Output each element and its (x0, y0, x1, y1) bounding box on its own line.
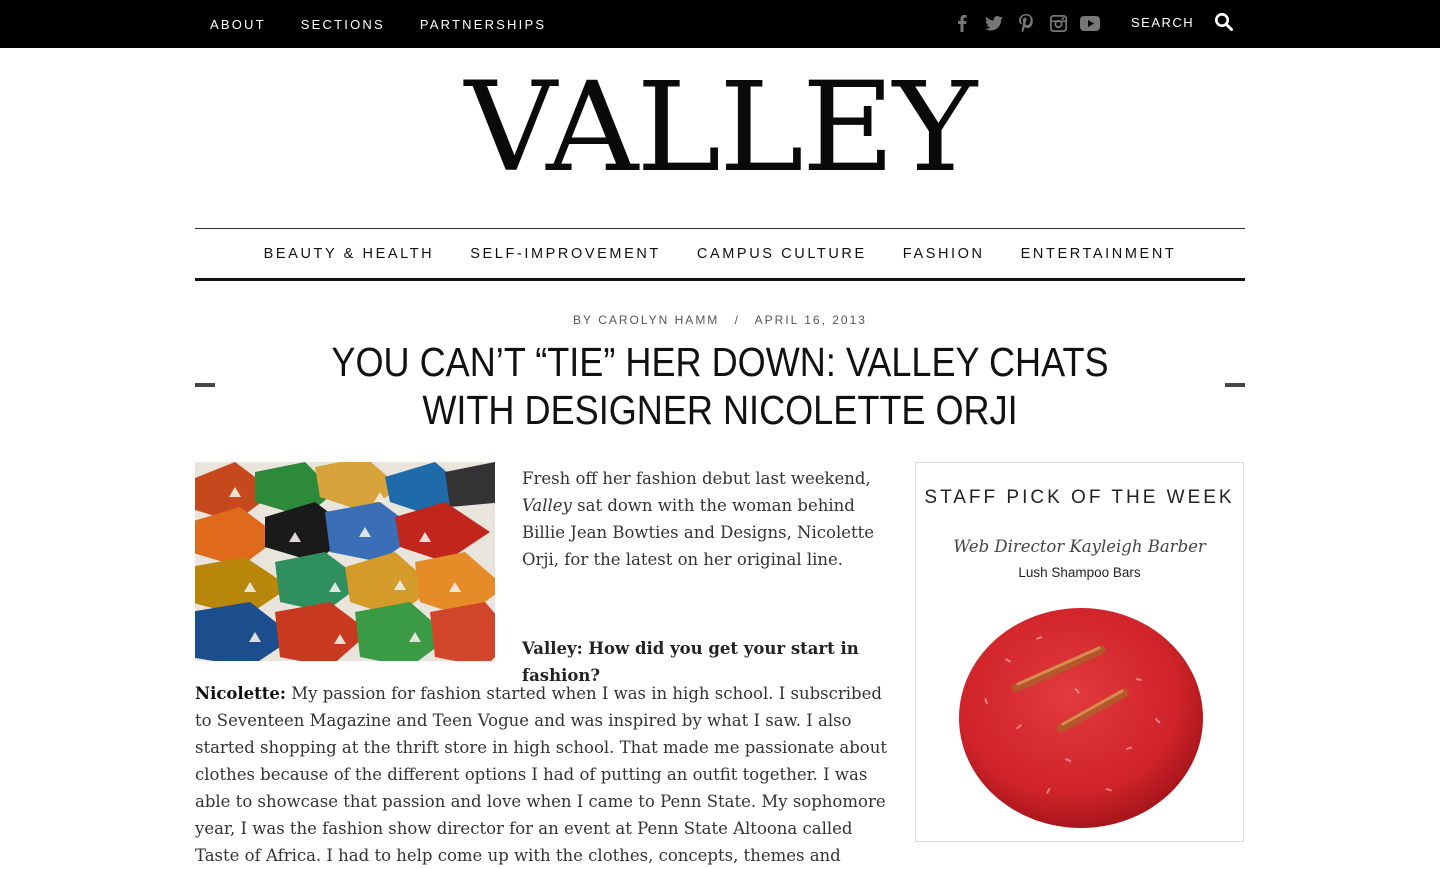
twitter-icon[interactable] (984, 12, 1004, 34)
interview-answer: Nicolette: My passion for fashion starte… (195, 680, 890, 869)
category-fashion[interactable]: FASHION (903, 246, 985, 262)
title-left-dash (195, 383, 215, 387)
answer-text: My passion for fashion started when I wa… (195, 684, 887, 865)
site-logo[interactable]: VALLEY (0, 58, 1440, 198)
category-campus-culture[interactable]: CAMPUS CULTURE (697, 246, 867, 262)
search-input[interactable]: SEARCH (1131, 15, 1194, 30)
nav-partnerships-link[interactable]: PARTNERSHIPS (420, 17, 546, 32)
answer-speaker: Nicolette: (195, 684, 286, 703)
article-title: YOU CAN’T “TIE” HER DOWN: VALLEY CHATS W… (331, 339, 1109, 433)
article-meta: BY CAROLYN HAMM / APRIL 16, 2013 (0, 313, 1440, 327)
intro-text-start: Fresh off her fashion debut last weekend… (522, 469, 871, 488)
title-right-dash (1225, 383, 1245, 387)
staff-pick-widget: STAFF PICK OF THE WEEK Web Director Kayl… (915, 462, 1244, 842)
staff-pick-staffer: Web Director Kayleigh Barber (953, 537, 1206, 556)
article-date: APRIL 16, 2013 (754, 313, 867, 327)
intro-valley-emphasis: Valley (522, 496, 572, 515)
article-intro: Fresh off her fashion debut last weekend… (522, 465, 887, 573)
byline-prefix: BY (573, 313, 593, 327)
top-nav: ABOUT SECTIONS PARTNERSHIPS (210, 0, 581, 48)
meta-separator: / (734, 313, 740, 327)
staff-pick-product-name[interactable]: Lush Shampoo Bars (916, 565, 1243, 580)
nav-sections-link[interactable]: SECTIONS (301, 17, 385, 32)
facebook-icon[interactable] (952, 12, 972, 34)
intro-text-end: sat down with the woman behind Billie Je… (522, 496, 875, 569)
category-beauty-health[interactable]: BEAUTY & HEALTH (264, 246, 435, 262)
category-nav-bottom-rule (195, 278, 1245, 281)
category-nav: BEAUTY & HEALTH SELF-IMPROVEMENT CAMPUS … (195, 229, 1245, 278)
top-bar: ABOUT SECTIONS PARTNERSHIPS SEARCH (0, 0, 1440, 48)
youtube-icon[interactable] (1080, 12, 1100, 34)
social-links (952, 12, 1112, 34)
shampoo-bar-image[interactable] (946, 598, 1216, 828)
nav-about-link[interactable]: ABOUT (210, 17, 266, 32)
bowties-photo (195, 462, 495, 661)
category-self-improvement[interactable]: SELF-IMPROVEMENT (470, 246, 661, 262)
staff-pick-heading: STAFF PICK OF THE WEEK (924, 487, 1235, 508)
search-icon[interactable] (1214, 12, 1236, 34)
instagram-icon[interactable] (1048, 12, 1068, 34)
pinterest-icon[interactable] (1016, 12, 1036, 34)
author-link[interactable]: CAROLYN HAMM (598, 313, 719, 327)
category-entertainment[interactable]: ENTERTAINMENT (1021, 246, 1177, 262)
